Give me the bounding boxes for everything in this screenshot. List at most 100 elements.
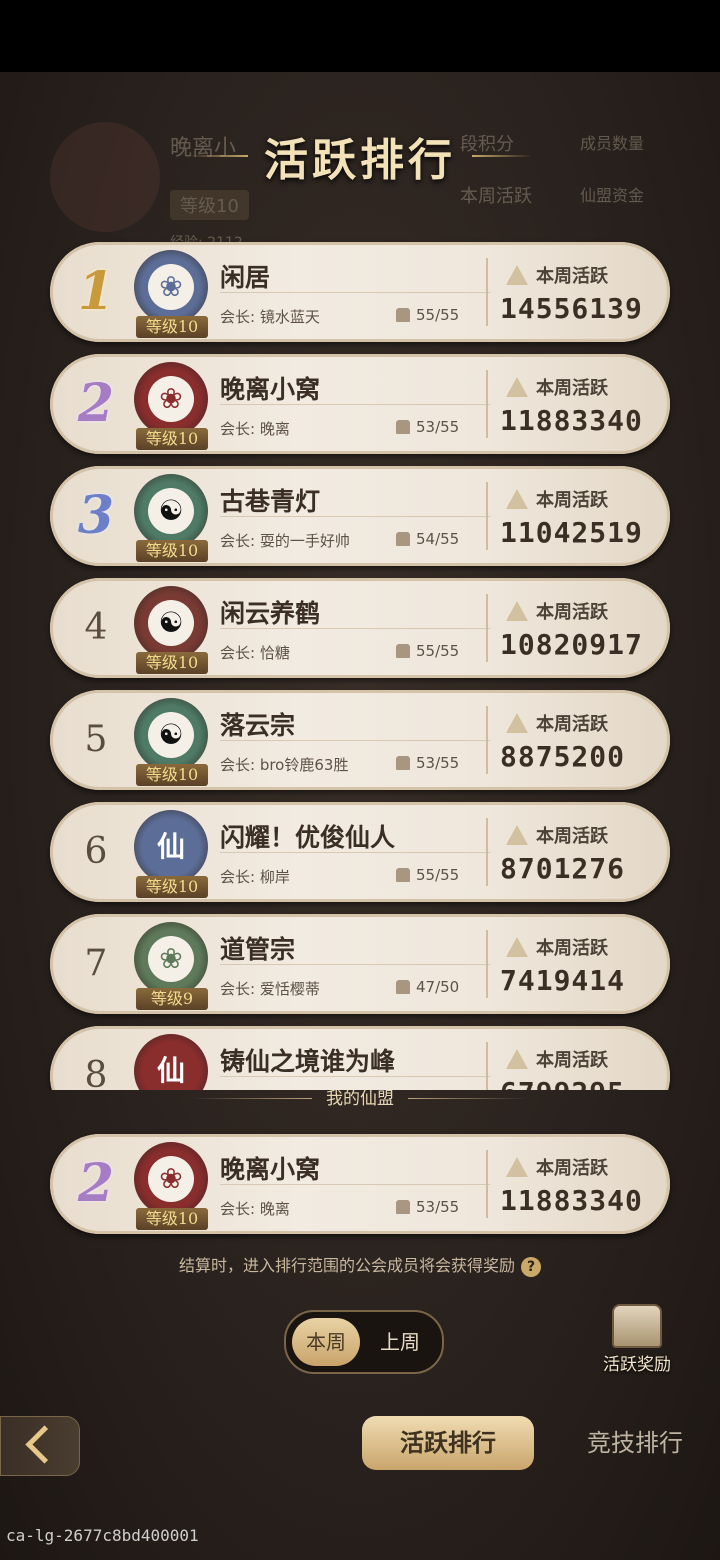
mountain-icon: [506, 1157, 528, 1177]
guild-leader: 会长: 耍的一手好帅: [220, 532, 350, 550]
weekly-activity-label: 本周活跃: [506, 486, 608, 512]
guild-card[interactable]: 7 ❀ 等级9 道管宗 会长: 爱恬樱蒂 47/50 本周活跃 7419414: [50, 914, 670, 1014]
card-divider: [220, 292, 490, 293]
guild-members: 55/55: [396, 642, 459, 660]
card-separator: [486, 370, 488, 438]
guild-card[interactable]: 4 ☯ 等级10 闲云养鹤 会长: 恰糖 55/55 本周活跃 10820917: [50, 578, 670, 678]
guild-card[interactable]: 6 仙等级10 闪耀！优俊仙人 会长: 柳岸 55/55 本周活跃 8701276: [50, 802, 670, 902]
device-id: ca-lg-2677c8bd400001: [6, 1526, 199, 1545]
period-toggle[interactable]: 本周 上周: [284, 1310, 444, 1374]
guild-name: 晚离小窝: [220, 375, 321, 404]
guild-card[interactable]: 3 ☯ 等级10 古巷青灯 会长: 耍的一手好帅 54/55 本周活跃 11042519: [50, 466, 670, 566]
guild-card[interactable]: 8仙等级10铸仙之境谁为峰会长:本周活跃6799295: [50, 1026, 670, 1090]
emblem-glyph: ❀: [148, 1156, 194, 1202]
mountain-icon: [506, 937, 528, 957]
guild-members: 53/55: [396, 418, 459, 436]
card-divider: [220, 516, 490, 517]
rank-number: 1: [77, 261, 115, 322]
mountain-icon: [506, 601, 528, 621]
weekly-activity-label: 本周活跃: [506, 822, 608, 848]
guild-card[interactable]: 5 ☯ 等级10 落云宗 会长: bro铃鹿63胜 53/55 本周活跃 8875200: [50, 690, 670, 790]
guild-level: 等级10: [136, 428, 208, 450]
weekly-activity-label: 本周活跃: [506, 1154, 608, 1180]
guild-level: 等级10: [136, 316, 208, 338]
guild-members: 53/55: [396, 754, 459, 772]
card-divider: [220, 1076, 490, 1077]
guild-members: 55/55: [396, 866, 459, 884]
title-ornament-right: [472, 155, 532, 157]
card-separator: [486, 1150, 488, 1218]
weekly-activity-value: 14556139: [500, 292, 643, 325]
members-icon: [396, 644, 410, 658]
weekly-activity-value: 7419414: [500, 964, 626, 997]
guild-emblem-icon: ☯: [134, 474, 208, 548]
emblem-glyph: 仙: [148, 824, 194, 870]
card-divider: [220, 740, 490, 741]
guild-card[interactable]: 2 ❀ 等级10 晚离小窝 会长: 晚离 53/55 本周活跃 11883340: [50, 354, 670, 454]
card-divider: [220, 1184, 490, 1185]
guild-level: 等级10: [136, 876, 208, 898]
weekly-activity-value: 10820917: [500, 628, 643, 661]
members-icon: [396, 868, 410, 882]
guild-leader: 会长: 柳岸: [220, 868, 290, 886]
weekly-activity-label: 本周活跃: [506, 1046, 608, 1072]
bottom-tab-bar: 活跃排行 竞技排行: [0, 1412, 720, 1478]
guild-leader: 会长: 晚离: [220, 1200, 290, 1218]
guild-card[interactable]: 1 ❀ 等级10 闲居 会长: 镜水蓝天 55/55 本周活跃 14556139: [50, 242, 670, 342]
guild-level: 等级10: [136, 652, 208, 674]
members-icon: [396, 756, 410, 770]
tab-active-rank[interactable]: 活跃排行: [362, 1416, 534, 1470]
reward-label: 活跃奖励: [603, 1355, 671, 1375]
guild-level: 等级10: [136, 1208, 208, 1230]
guild-members: 54/55: [396, 530, 459, 548]
card-separator: [486, 930, 488, 998]
guild-emblem-icon: ☯: [134, 698, 208, 772]
guild-emblem-icon: ❀: [134, 362, 208, 436]
toggle-last-week[interactable]: 上周: [366, 1318, 434, 1366]
help-icon[interactable]: ?: [521, 1257, 541, 1277]
guild-leader: 会长: 爱恬樱蒂: [220, 980, 320, 998]
ranking-screen: 晚离小 段积分 成员数量 本周活跃 仙盟资金 等级10 经验: 2112 活跃排…: [0, 72, 720, 1560]
guild-members: 55/55: [396, 306, 459, 324]
weekly-activity-label: 本周活跃: [506, 262, 608, 288]
page-title: 活跃排行: [264, 135, 456, 186]
my-guild-section-title: 我的仙盟: [0, 1084, 720, 1109]
weekly-activity-value: 11883340: [500, 404, 643, 437]
toggle-this-week[interactable]: 本周: [292, 1318, 360, 1366]
weekly-activity-value: 11042519: [500, 516, 643, 549]
activity-reward-button[interactable]: 活跃奖励: [596, 1304, 678, 1375]
guild-emblem-icon: ☯: [134, 586, 208, 660]
back-button[interactable]: [0, 1416, 80, 1476]
members-icon: [396, 308, 410, 322]
card-divider: [220, 964, 490, 965]
card-separator: [486, 706, 488, 774]
guild-name: 闲居: [220, 263, 271, 292]
members-icon: [396, 980, 410, 994]
guild-name: 道管宗: [220, 935, 296, 964]
card-separator: [486, 482, 488, 550]
divider-right: [408, 1098, 528, 1099]
divider-left: [192, 1098, 312, 1099]
mountain-icon: [506, 265, 528, 285]
rank-number: 8: [84, 1055, 108, 1090]
guild-leader: 会长: 晚离: [220, 420, 290, 438]
guild-members: 53/55: [396, 1198, 459, 1216]
back-arrow-icon: [25, 1425, 64, 1464]
mountain-icon: [506, 825, 528, 845]
emblem-glyph: ❀: [148, 264, 194, 310]
guild-leader: 会长: 恰糖: [220, 644, 290, 662]
card-separator: [486, 594, 488, 662]
rank-number: 6: [84, 831, 108, 872]
weekly-activity-value: 8875200: [500, 740, 626, 773]
guild-name: 铸仙之境谁为峰: [220, 1047, 396, 1076]
ranking-list[interactable]: 1 ❀ 等级10 闲居 会长: 镜水蓝天 55/55 本周活跃 14556139 2 ❀ 等级10 晚…: [0, 236, 720, 1090]
guild-emblem-icon: ❀: [134, 1142, 208, 1216]
weekly-activity-label: 本周活跃: [506, 598, 608, 624]
emblem-glyph: ❀: [148, 936, 194, 982]
my-guild-card[interactable]: 2 ❀ 等级10 晚离小窝 会长: 晚离 53/55 本周活跃 11883340: [50, 1134, 670, 1234]
treasure-chest-icon: [612, 1304, 662, 1348]
mountain-icon: [506, 713, 528, 733]
rank-number: 3: [77, 485, 115, 546]
guild-members: 47/50: [396, 978, 459, 996]
tab-arena-rank[interactable]: 竞技排行: [560, 1416, 710, 1470]
